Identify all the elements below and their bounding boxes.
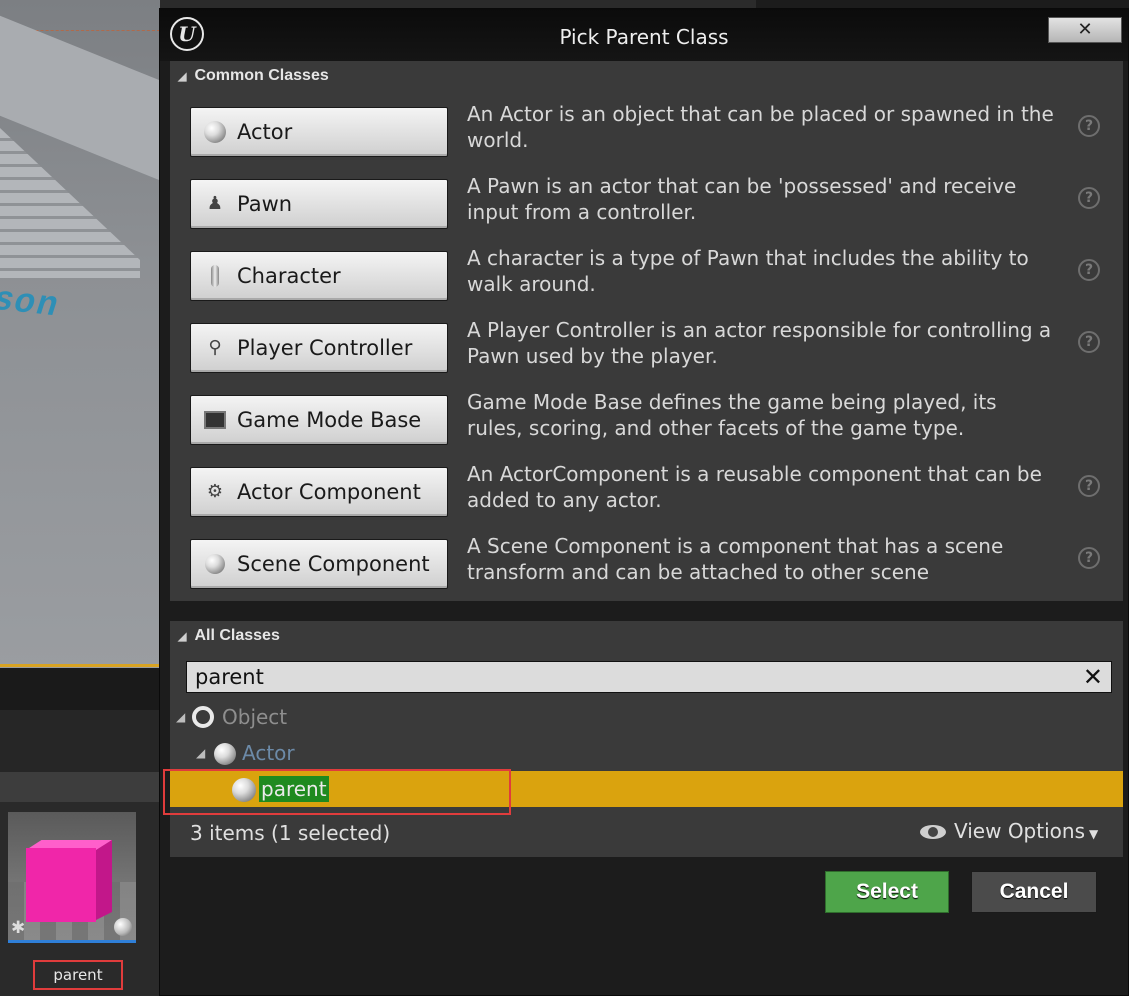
cube-front: [26, 848, 96, 922]
collapse-triangle-icon[interactable]: ◢: [178, 62, 186, 92]
level-viewport[interactable]: son: [0, 0, 160, 668]
viewport-selection-border: [0, 664, 160, 667]
expand-triangle-icon[interactable]: ◢: [196, 735, 205, 771]
class-row-actor-component: ⚙ Actor Component An ActorComponent is a…: [170, 462, 1123, 539]
class-row-actor: Actor An Actor is an object that can be …: [170, 102, 1123, 179]
asset-label[interactable]: parent: [33, 960, 123, 990]
common-classes-header[interactable]: ◢ Common Classes: [170, 61, 1123, 91]
blueprint-gear-icon: ✱: [11, 918, 26, 938]
help-icon[interactable]: ?: [1078, 331, 1100, 353]
class-row-character: Character A character is a type of Pawn …: [170, 246, 1123, 323]
cancel-button[interactable]: Cancel: [971, 871, 1097, 913]
help-icon[interactable]: ?: [1078, 475, 1100, 497]
tree-row-object[interactable]: ◢ Object: [170, 699, 1123, 735]
pick-parent-class-dialog: Pick Parent Class U ✕ ◢ Common Classes Ac…: [159, 8, 1129, 996]
game-mode-icon: [203, 408, 227, 432]
character-button[interactable]: Character: [190, 251, 448, 301]
actor-sphere-icon: [114, 918, 132, 936]
actor-sphere-icon: [214, 743, 236, 765]
clear-search-icon[interactable]: ✕: [1083, 662, 1103, 692]
class-row-game-mode-base: Game Mode Base Game Mode Base defines th…: [170, 390, 1123, 467]
actor-button[interactable]: Actor: [190, 107, 448, 157]
common-classes-panel: ◢ Common Classes Actor An Actor is an obj…: [170, 61, 1123, 601]
scene-component-icon: [203, 552, 227, 576]
class-button-label: Actor: [237, 120, 293, 144]
tree-row-parent[interactable]: parent: [170, 771, 1123, 807]
class-description: An Actor is an object that can be placed…: [467, 102, 1054, 152]
unreal-logo-icon: U: [170, 17, 204, 51]
class-description: A Pawn is an actor that can be 'possesse…: [467, 174, 1017, 224]
collapse-triangle-icon[interactable]: ◢: [178, 622, 186, 652]
dropdown-arrow-icon: ▼: [1089, 827, 1099, 841]
cube-side: [96, 840, 112, 920]
view-options-button[interactable]: View Options ▼: [920, 817, 1098, 848]
class-button-label: Pawn: [237, 192, 293, 216]
class-row-player-controller: ⚲ Player Controller A Player Controller …: [170, 318, 1123, 395]
game-mode-base-button[interactable]: Game Mode Base: [190, 395, 448, 445]
character-icon: [203, 264, 227, 288]
tree-item-label: Object: [222, 705, 288, 729]
editor-toolbar-strip: [0, 668, 160, 710]
player-controller-button[interactable]: ⚲ Player Controller: [190, 323, 448, 373]
actor-sphere-icon: [232, 778, 256, 802]
class-button-label: Game Mode Base: [237, 408, 422, 432]
class-description: An ActorComponent is a reusable componen…: [467, 462, 1042, 512]
player-controller-icon: ⚲: [208, 337, 222, 358]
actor-sphere-icon: [203, 120, 227, 144]
dialog-title: Pick Parent Class: [559, 25, 729, 49]
scene-component-button[interactable]: Scene Component: [190, 539, 448, 589]
class-description: A Scene Component is a component that ha…: [467, 534, 1004, 584]
common-classes-title: Common Classes: [194, 67, 329, 84]
help-icon[interactable]: ?: [1078, 547, 1100, 569]
class-button-label: Scene Component: [237, 552, 430, 576]
select-button[interactable]: Select: [825, 871, 949, 913]
actor-component-icon: ⚙: [206, 481, 224, 502]
pawn-button[interactable]: ♟ Pawn: [190, 179, 448, 229]
eye-icon: [920, 825, 946, 839]
view-options-label: View Options: [954, 819, 1085, 843]
object-class-icon: [192, 706, 214, 728]
pawn-icon: ♟: [206, 193, 224, 214]
class-row-scene-component: Scene Component A Scene Component is a c…: [170, 534, 1123, 611]
class-button-label: Character: [237, 264, 341, 288]
tree-item-label: parent: [259, 776, 329, 802]
dialog-titlebar[interactable]: Pick Parent Class U ✕: [160, 9, 1128, 61]
help-icon[interactable]: ?: [1078, 259, 1100, 281]
editor-panel-strip: [0, 710, 160, 772]
class-button-label: Player Controller: [237, 336, 413, 360]
class-description: A Player Controller is an actor responsi…: [467, 318, 1052, 368]
class-description: A character is a type of Pawn that inclu…: [467, 246, 1029, 296]
content-browser-header: [0, 772, 160, 802]
help-icon[interactable]: ?: [1078, 115, 1100, 137]
tree-row-actor[interactable]: ◢ Actor: [170, 735, 1123, 771]
all-classes-title: All Classes: [194, 627, 280, 644]
tree-item-label: Actor: [242, 741, 295, 765]
class-search-input[interactable]: [195, 664, 1055, 690]
class-description: Game Mode Base defines the game being pl…: [467, 390, 997, 440]
asset-thumbnail[interactable]: ✱: [8, 812, 136, 943]
viewport-floor-text: son: [0, 278, 66, 324]
class-search-box[interactable]: ✕: [186, 661, 1112, 693]
item-count: 3 items (1 selected): [190, 821, 391, 845]
close-button[interactable]: ✕: [1048, 17, 1122, 43]
class-button-label: Actor Component: [237, 480, 421, 504]
class-row-pawn: ♟ Pawn A Pawn is an actor that can be 'p…: [170, 174, 1123, 251]
expand-triangle-icon[interactable]: ◢: [176, 699, 185, 735]
all-classes-panel: ◢ All Classes ✕ ◢ Object ◢ Actor parent 3…: [170, 621, 1123, 857]
help-icon[interactable]: ?: [1078, 187, 1100, 209]
actor-component-button[interactable]: ⚙ Actor Component: [190, 467, 448, 517]
all-classes-header[interactable]: ◢ All Classes: [170, 621, 1123, 651]
